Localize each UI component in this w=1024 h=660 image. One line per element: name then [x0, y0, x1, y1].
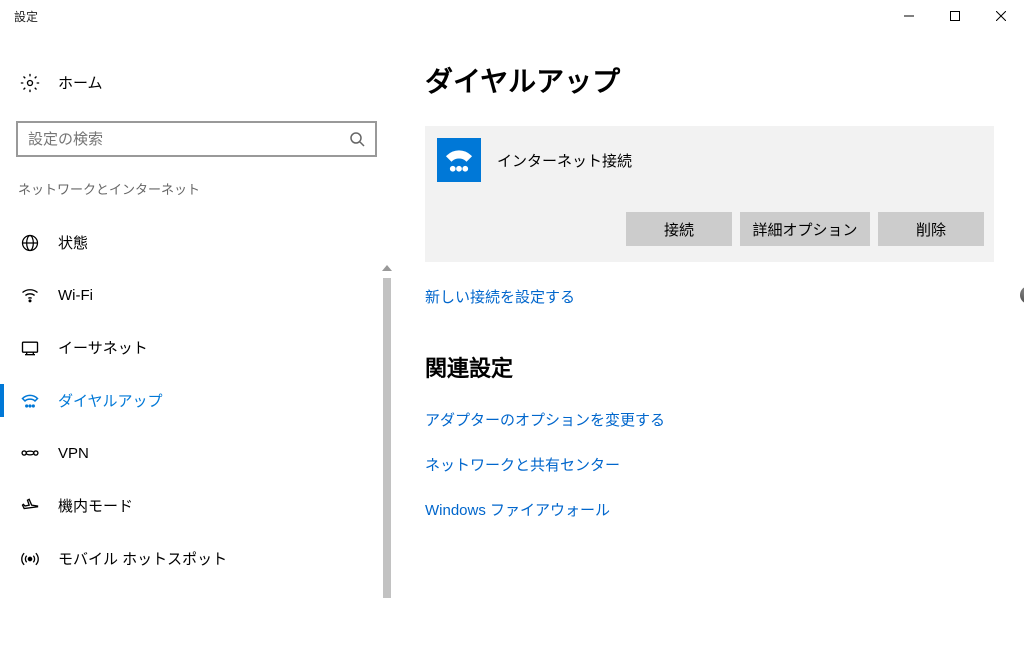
ethernet-icon [20, 338, 40, 358]
sidebar-item-vpn[interactable]: VPN [0, 427, 395, 479]
vpn-icon [20, 443, 40, 463]
scrollbar-thumb[interactable] [383, 278, 391, 598]
wifi-icon [20, 285, 40, 305]
sidebar-item-label: イーサネット [58, 337, 148, 358]
maximize-button[interactable] [932, 0, 978, 32]
connection-card[interactable]: インターネット接続 接続 詳細オプション 削除 [425, 126, 994, 262]
connect-button[interactable]: 接続 [626, 212, 732, 246]
sidebar-item-wifi[interactable]: Wi-Fi [0, 269, 395, 321]
sidebar-item-airplane[interactable]: 機内モード [0, 479, 395, 532]
sidebar-item-ethernet[interactable]: イーサネット [0, 321, 395, 374]
airplane-icon [20, 496, 40, 516]
related-link-firewall[interactable]: Windows ファイアウォール [425, 499, 610, 520]
advanced-options-button[interactable]: 詳細オプション [740, 212, 870, 246]
search-input[interactable] [16, 121, 377, 157]
search-field[interactable] [28, 131, 349, 148]
sidebar-item-dialup[interactable]: ダイヤルアップ [0, 374, 395, 427]
connection-name: インターネット接続 [497, 150, 632, 171]
window-title: 設定 [14, 8, 38, 25]
connection-row: インターネット接続 [435, 136, 984, 184]
sidebar: ホーム ネットワークとインターネット 状態 Wi-Fi [0, 32, 395, 655]
home-label: ホーム [58, 72, 103, 93]
main-content: ダイヤルアップ インターネット接続 接続 詳細オプション 削除 新しい接続を設定… [395, 32, 1024, 655]
sidebar-item-label: 機内モード [58, 495, 133, 516]
related-link-sharing[interactable]: ネットワークと共有センター [425, 454, 620, 475]
sidebar-item-hotspot[interactable]: モバイル ホットスポット [0, 532, 395, 585]
sidebar-section-title: ネットワークとインターネット [0, 179, 395, 198]
delete-button[interactable]: 削除 [878, 212, 984, 246]
phone-icon [437, 138, 481, 182]
sidebar-item-label: モバイル ホットスポット [58, 548, 227, 569]
sidebar-nav: 状態 Wi-Fi イーサネット ダイヤルアップ [0, 216, 395, 585]
search-icon [349, 131, 365, 147]
new-connection-link[interactable]: 新しい接続を設定する [425, 286, 575, 307]
sidebar-item-label: Wi-Fi [58, 287, 93, 304]
window-controls [886, 0, 1024, 32]
related-title: 関連設定 [425, 351, 994, 383]
sidebar-item-label: VPN [58, 445, 89, 462]
sidebar-scrollbar[interactable] [379, 260, 395, 660]
sidebar-item-label: ダイヤルアップ [58, 390, 163, 411]
globe-icon [20, 233, 40, 253]
related-link-adapter[interactable]: アダプターのオプションを変更する [425, 409, 665, 430]
hotspot-icon [20, 549, 40, 569]
page-title: ダイヤルアップ [425, 60, 994, 100]
titlebar: 設定 [0, 0, 1024, 32]
scroll-up-arrow[interactable] [379, 260, 395, 276]
minimize-button[interactable] [886, 0, 932, 32]
home-button[interactable]: ホーム [0, 72, 395, 93]
sidebar-item-status[interactable]: 状態 [0, 216, 395, 269]
gear-icon [20, 73, 40, 93]
dialup-icon [20, 391, 40, 411]
sidebar-item-label: 状態 [58, 232, 88, 253]
close-button[interactable] [978, 0, 1024, 32]
